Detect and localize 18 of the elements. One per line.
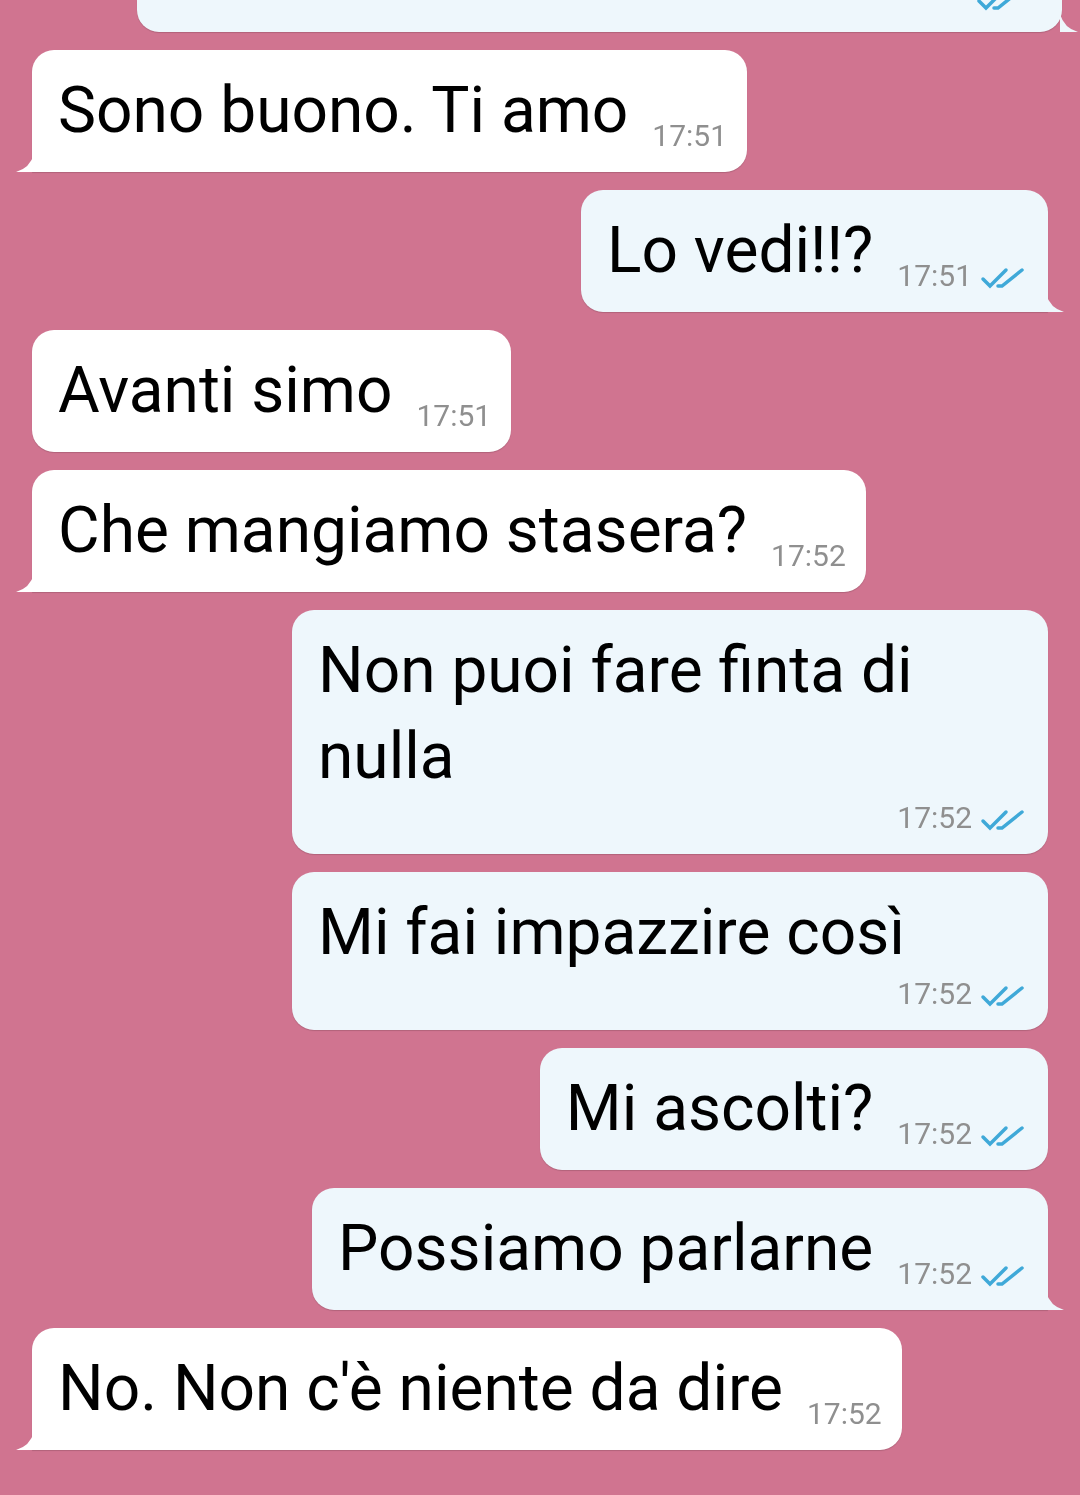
- message-time: 17:51: [416, 398, 492, 434]
- message-text: Sono buono. Ti amo: [58, 72, 629, 150]
- message-text: Mi ascolti?: [565, 1070, 874, 1148]
- message-text: No. Non c'è niente da dire: [58, 1350, 783, 1428]
- message-text: Lo vedi!!?: [607, 212, 874, 290]
- message-text: Non puoi fare finta di nulla: [318, 632, 914, 796]
- message-time: 17:52: [897, 976, 972, 1012]
- message-time: 17:52: [897, 1256, 972, 1292]
- message-time: 17:51: [652, 118, 728, 154]
- message-text: Avanti simo: [58, 352, 393, 430]
- message-time: 17:51: [897, 258, 972, 294]
- message-text: Possiamo parlarne: [338, 1210, 874, 1288]
- message-text: Che mangiamo stasera?: [58, 492, 748, 570]
- message-time: 17:52: [897, 800, 972, 836]
- message-text: Mi fai impazzire così: [318, 894, 906, 972]
- message-time: 17:52: [897, 1116, 972, 1152]
- message-time: 17:52: [807, 1396, 882, 1432]
- message-time: 17:52: [771, 538, 846, 574]
